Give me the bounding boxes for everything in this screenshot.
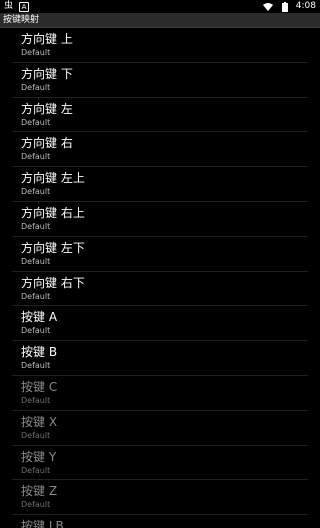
list-item-label: 方向键 下 [21, 66, 73, 81]
list-item-up-left[interactable]: 方向键 左上 Default [12, 167, 308, 202]
list-item-button-lb: 按键 LB [12, 515, 308, 528]
list-item-value: Default [21, 465, 51, 475]
status-time: 4:08 [295, 1, 316, 11]
list-item-label: 方向键 右上 [21, 205, 85, 220]
list-item-up[interactable]: 方向键 上 Default [12, 28, 308, 63]
list-item-value: Default [21, 395, 51, 405]
list-item-value: Default [21, 326, 51, 336]
list-item-value: Default [21, 221, 51, 231]
list-item-label: 按键 Y [21, 449, 57, 464]
list-item-up-right[interactable]: 方向键 右上 Default [12, 202, 308, 237]
page-title: 按键映射 [3, 15, 40, 25]
list-item-value: Default [21, 187, 51, 197]
list-item-value: Default [21, 256, 51, 266]
list-item-label: 方向键 右下 [21, 275, 85, 290]
list-item-value: Default [21, 48, 51, 57]
list-item-value: Default [21, 152, 51, 162]
key-mapping-list: 方向键 上 Default 方向键 下 Default 方向键 左 Defaul… [0, 28, 320, 528]
list-item-button-a[interactable]: 按键 A Default [12, 306, 308, 342]
list-item-value: Default [21, 117, 51, 127]
title-bar: 按键映射 [0, 13, 320, 28]
list-item-down[interactable]: 方向键 下 Default [12, 63, 308, 98]
list-item-label: 按键 B [21, 345, 58, 360]
list-item-label: 按键 C [21, 379, 58, 394]
list-item-label: 按键 Z [21, 484, 58, 499]
list-item-label: 按键 X [21, 414, 58, 429]
list-item-down-left[interactable]: 方向键 左下 Default [12, 237, 308, 272]
status-bar-left: 虫 A [4, 1, 30, 12]
list-item-label: 方向键 上 [21, 32, 73, 46]
list-item-button-x: 按键 X Default [12, 411, 308, 446]
a-icon: A [19, 1, 30, 12]
list-item-right[interactable]: 方向键 右 Default [12, 132, 308, 168]
bug-icon: 虫 [4, 1, 14, 11]
list-item-value: Default [21, 430, 51, 440]
status-bar-right: 4:08 [262, 1, 316, 12]
list-item-label: 按键 LB [21, 519, 64, 528]
status-bar: 虫 A 4:08 [0, 0, 320, 13]
list-item-button-c: 按键 C Default [12, 376, 308, 411]
list-item-label: 方向键 左 [21, 101, 73, 116]
list-item-button-y: 按键 Y Default [12, 446, 308, 481]
list-item-down-right[interactable]: 方向键 右下 Default [12, 272, 308, 307]
battery-icon [281, 1, 288, 12]
list-item-left[interactable]: 方向键 左 Default [12, 98, 308, 133]
list-item-value: Default [21, 291, 51, 301]
list-item-value: Default [21, 361, 51, 371]
list-item-label: 方向键 右 [21, 136, 73, 151]
list-item-label: 方向键 左下 [21, 240, 85, 255]
list-item-button-b[interactable]: 按键 B Default [12, 341, 308, 376]
list-item-button-z: 按键 Z Default [12, 480, 308, 516]
list-item-label: 按键 A [21, 310, 58, 325]
list-item-value: Default [21, 82, 51, 92]
list-item-label: 方向键 左上 [21, 171, 85, 186]
wifi-icon [262, 2, 273, 11]
list-item-value: Default [21, 500, 51, 510]
